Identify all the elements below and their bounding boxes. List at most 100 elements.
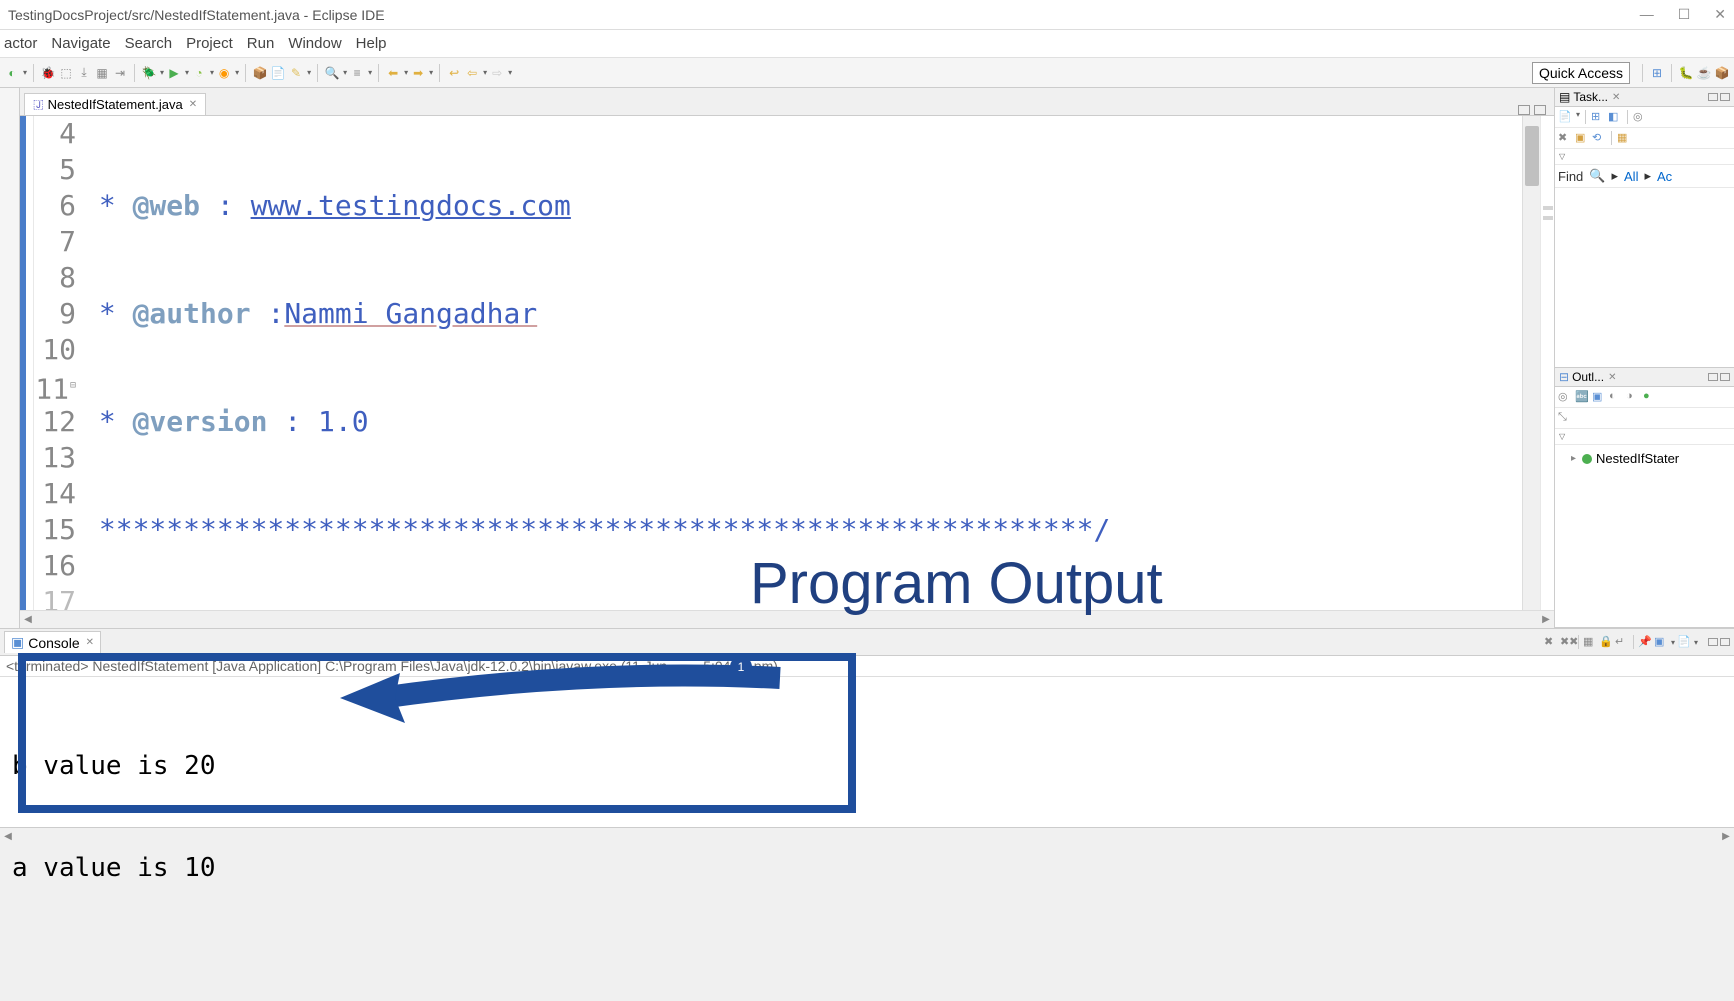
outline-hide-local-icon[interactable]: ● [1643, 390, 1657, 404]
nav-back-icon[interactable]: ⇦ [464, 65, 480, 81]
outline-hide-nonpublic-icon[interactable]: ◑ [1626, 390, 1640, 404]
menu-project[interactable]: Project [186, 35, 233, 52]
editor-tab-bar: 🇯 NestedIfStatement.java ✕ [20, 88, 1554, 116]
debug-icon[interactable]: 🐞 [40, 65, 56, 81]
menu-search[interactable]: Search [125, 35, 173, 52]
task-view-menu-icon[interactable]: ▽ [1559, 152, 1565, 161]
task-category-icon[interactable]: ◧ [1608, 110, 1622, 124]
editor-tab-close-icon[interactable]: ✕ [189, 99, 197, 110]
outline-hide-static-icon[interactable]: ◐ [1609, 390, 1623, 404]
task-collapse-icon[interactable]: ▣ [1575, 131, 1589, 145]
perspective-open-icon[interactable]: ⊞ [1649, 65, 1665, 81]
step-icon[interactable]: ⇥ [112, 65, 128, 81]
menu-run[interactable]: Run [247, 35, 275, 52]
outline-item-class[interactable]: ▸ NestedIfStater [1559, 449, 1730, 468]
task-new-icon[interactable]: 📄 [1558, 110, 1572, 124]
menu-actor[interactable]: actor [4, 35, 37, 52]
quick-access-input[interactable]: Quick Access [1532, 62, 1630, 84]
perspective-debug-icon[interactable]: 🐛 [1678, 65, 1694, 81]
code-editor[interactable]: * @web : www.testingdocs.com * @author :… [82, 116, 1522, 610]
editor-tab-filename: NestedIfStatement.java [48, 97, 183, 112]
forward-icon[interactable]: ➡ [410, 65, 426, 81]
search-icon: 🔍 [1589, 168, 1605, 184]
task-filter-icon[interactable]: ✖ [1558, 131, 1572, 145]
toggle-icon[interactable]: ⬚ [58, 65, 74, 81]
console-maximize-icon[interactable] [1720, 638, 1730, 646]
menu-bar: actor Navigate Search Project Run Window… [0, 30, 1734, 58]
outline-close-icon[interactable]: ✕ [1608, 372, 1616, 383]
outline-view-tab[interactable]: ⊟Outl... [1559, 370, 1604, 384]
editor-zone: 🇯 NestedIfStatement.java ✕ 4 5 6 7 8 9 1… [20, 88, 1554, 628]
outline-minimize-icon[interactable] [1708, 373, 1718, 381]
skip-icon[interactable]: ⤓ [76, 65, 92, 81]
back-icon[interactable]: ⬅ [385, 65, 401, 81]
console-scroll-lock-icon[interactable]: 🔒 [1599, 635, 1613, 649]
outline-view-menu-icon[interactable]: ▽ [1559, 432, 1565, 441]
last-edit-icon[interactable]: ↩ [446, 65, 462, 81]
task-toolbar-icon[interactable]: ≡ [349, 65, 365, 81]
task-sync-icon[interactable]: ⟲ [1592, 131, 1606, 145]
editor-maximize-icon[interactable] [1534, 105, 1546, 115]
tasks-minimize-icon[interactable] [1708, 93, 1718, 101]
console-icon: ▣ [11, 634, 24, 651]
console-clear-icon[interactable]: ▦ [1583, 635, 1597, 649]
console-terminate-icon[interactable]: ✖ [1544, 635, 1558, 649]
editor-horizontal-scrollbar[interactable]: ◀ ▶ [20, 610, 1554, 628]
new-type-icon[interactable]: ✎ [288, 65, 304, 81]
tasks-view-tab[interactable]: ▤Task... [1559, 90, 1608, 104]
new-package-icon[interactable]: 📦 [252, 65, 268, 81]
new-icon[interactable]: ◐ [4, 65, 20, 81]
console-pin-icon[interactable]: 📌 [1638, 635, 1652, 649]
menu-help[interactable]: Help [356, 35, 387, 52]
console-remove-all-icon[interactable]: ✖✖ [1560, 635, 1574, 649]
hscroll-left-icon[interactable]: ◀ [20, 614, 36, 625]
window-maximize-button[interactable]: ☐ [1678, 6, 1691, 23]
expand-icon[interactable]: ▸ [1571, 453, 1576, 464]
window-minimize-button[interactable]: — [1640, 6, 1654, 23]
console-minimize-icon[interactable] [1708, 638, 1718, 646]
window-close-button[interactable]: ✕ [1714, 6, 1726, 23]
outline-sort-icon[interactable]: 🔤 [1575, 390, 1589, 404]
console-process-label: <terminated> NestedIfStatement [Java App… [0, 656, 1734, 677]
hscroll-right-icon[interactable]: ▶ [1538, 614, 1554, 625]
stop-icon[interactable]: ▦ [94, 65, 110, 81]
nav-forward-icon[interactable]: ⇨ [489, 65, 505, 81]
outline-maximize-icon[interactable] [1720, 373, 1730, 381]
outline-focus-icon[interactable]: ◎ [1558, 390, 1572, 404]
perspective-java-icon[interactable]: ☕ [1696, 65, 1712, 81]
outline-hide-fields-icon[interactable]: ▣ [1592, 390, 1606, 404]
task-focus-icon[interactable]: ◎ [1633, 110, 1647, 124]
menu-navigate[interactable]: Navigate [51, 35, 110, 52]
editor-vertical-scrollbar[interactable] [1522, 116, 1540, 610]
console-close-icon[interactable]: ✕ [86, 637, 94, 648]
task-hierarchy-icon[interactable]: ⊞ [1591, 110, 1605, 124]
editor-overview-ruler[interactable] [1540, 116, 1554, 610]
window-title: TestingDocsProject/src/NestedIfStatement… [8, 7, 1640, 23]
outline-icon: ⊟ [1559, 370, 1569, 384]
external-icon[interactable]: ◉ [216, 65, 232, 81]
editor-minimize-icon[interactable] [1518, 105, 1530, 115]
console-open-icon[interactable]: 📄 [1677, 635, 1691, 649]
console-word-wrap-icon[interactable]: ↵ [1615, 635, 1629, 649]
debug-run-icon[interactable]: 🪲 [141, 65, 157, 81]
tasks-close-icon[interactable]: ✕ [1612, 92, 1620, 103]
left-view-strip[interactable] [0, 88, 20, 628]
console-display-icon[interactable]: ▣ [1654, 635, 1668, 649]
new-class-icon[interactable]: 📄 [270, 65, 286, 81]
tasks-ac-link[interactable]: Ac [1657, 169, 1672, 184]
console-tab[interactable]: ▣ Console ✕ [4, 631, 101, 653]
search-toolbar-icon[interactable]: 🔍 [324, 65, 340, 81]
tasks-maximize-icon[interactable] [1720, 93, 1730, 101]
tasks-all-link[interactable]: All [1624, 169, 1638, 184]
class-icon [1582, 454, 1592, 464]
editor-gutter[interactable] [20, 116, 34, 610]
perspective-more-icon[interactable]: 📦 [1714, 65, 1730, 81]
task-presentation-icon[interactable]: ▦ [1617, 131, 1631, 145]
editor-tab-nestedifstatement[interactable]: 🇯 NestedIfStatement.java ✕ [24, 93, 206, 115]
tasks-find-label[interactable]: Find [1558, 169, 1583, 184]
console-output[interactable]: b value is 20 a value is 10 [0, 677, 1734, 957]
outline-link-icon[interactable]: ⤡ [1558, 411, 1572, 425]
coverage-icon[interactable]: ◔ [191, 65, 207, 81]
run-icon[interactable]: ▶ [166, 65, 182, 81]
menu-window[interactable]: Window [288, 35, 341, 52]
